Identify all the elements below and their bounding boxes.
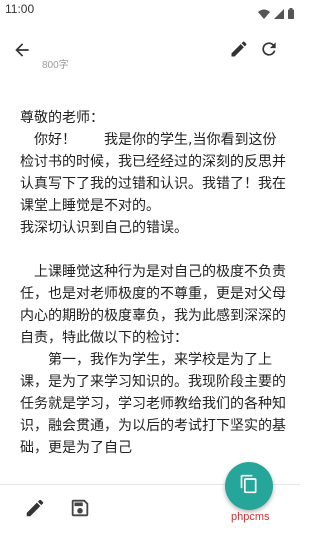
salutation: 尊敬的老师：: [20, 110, 104, 126]
pencil-icon: [24, 497, 46, 523]
save-button[interactable]: [67, 497, 93, 523]
toolbar: 800字: [0, 30, 300, 78]
wifi-icon: [258, 4, 270, 23]
document-body[interactable]: 尊敬的老师： 你好！ 我是你的学生,当你看到这份检讨书的时候，我已经经过的深刻的…: [20, 107, 288, 482]
refresh-icon: [259, 39, 279, 63]
status-bar: 11:00: [0, 0, 300, 22]
status-time: 11:00: [5, 2, 35, 16]
back-button[interactable]: [8, 38, 36, 66]
paragraph-3: 上课睡觉这种行为是对自己的极度不负责任，也是对老师极度的不尊重，更是对父母内心的…: [20, 264, 286, 346]
edit-button[interactable]: [226, 38, 252, 64]
paragraph-2: 我深切认识到自己的错误。: [20, 220, 188, 236]
status-icons: [258, 4, 294, 23]
copy-icon: [239, 474, 259, 498]
watermark: phpcms: [231, 511, 270, 523]
word-count: 800字: [42, 60, 69, 71]
save-icon: [69, 497, 91, 523]
signal-icon: [274, 4, 284, 23]
copy-fab[interactable]: [225, 462, 273, 510]
edit-mode-button[interactable]: [22, 497, 48, 523]
refresh-button[interactable]: [256, 38, 282, 64]
paragraph-4: 第一，我作为学生，来学校是为了上课，是为了来学习知识的。我现阶段主要的任务就是学…: [20, 352, 286, 456]
battery-icon: [288, 4, 294, 23]
paragraph-1: 你好！ 我是你的学生,当你看到这份检讨书的时候，我已经经过的深刻的反思并认真写下…: [20, 132, 286, 214]
pencil-icon: [229, 39, 249, 63]
arrow-left-icon: [12, 40, 32, 64]
